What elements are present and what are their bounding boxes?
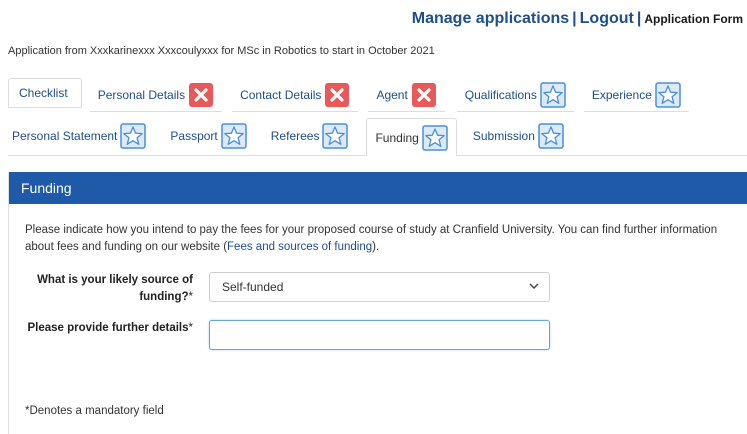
further-details-row: Please provide further details* <box>25 320 731 350</box>
tab-label: Passport <box>170 129 218 143</box>
mandatory-note: *Denotes a mandatory field <box>25 405 164 417</box>
tab-personal-statement[interactable]: Personal Statement <box>8 117 154 155</box>
current-page-label: Application Form <box>644 12 743 26</box>
blue-star-icon <box>538 123 564 149</box>
nav-separator: | <box>636 10 642 27</box>
blue-star-icon <box>540 81 566 108</box>
tab-experience[interactable]: Experience <box>583 78 689 112</box>
tab-personal-details[interactable]: Personal Details <box>89 78 223 112</box>
intro-text: Please indicate how you intend to pay th… <box>25 222 740 256</box>
funding-panel: Funding Please indicate how you intend t… <box>8 172 747 434</box>
tab-referees[interactable]: Referees <box>263 117 357 155</box>
blue-star-icon <box>422 124 448 151</box>
manage-applications-link[interactable]: Manage applications <box>412 10 569 27</box>
required-mark: * <box>188 322 193 334</box>
tab-row-1: Checklist Personal Details Contact Detai… <box>8 76 747 112</box>
funding-source-row: What is your likely source of funding?* … <box>25 272 731 306</box>
tab-label: Submission <box>472 129 535 143</box>
funding-source-label: What is your likely source of funding?* <box>25 272 193 306</box>
funding-source-select[interactable]: Self-funded <box>209 272 550 302</box>
nav-separator: | <box>572 10 577 27</box>
tab-checklist[interactable]: Checklist <box>8 78 82 108</box>
tab-label: Referees <box>270 129 320 143</box>
blue-star-icon <box>221 123 247 149</box>
tab-funding[interactable]: Funding <box>366 118 457 156</box>
logout-link[interactable]: Logout <box>580 10 634 27</box>
blue-star-icon <box>655 81 681 108</box>
tab-label: Funding <box>375 130 419 145</box>
funding-source-label-text: What is your likely source of funding? <box>37 274 193 303</box>
tab-label: Personal Details <box>97 87 186 102</box>
tab-label: Experience <box>591 87 652 102</box>
panel-body: Please indicate how you intend to pay th… <box>9 204 747 350</box>
panel-title: Funding <box>9 172 747 204</box>
further-details-label-text: Please provide further details <box>27 322 189 334</box>
tab-passport[interactable]: Passport <box>162 117 254 155</box>
funding-source-value: Self-funded <box>222 280 284 294</box>
tab-label: Qualifications <box>464 87 537 102</box>
tab-label: Agent <box>376 87 408 102</box>
further-details-input[interactable] <box>209 320 550 350</box>
tab-agent[interactable]: Agent <box>368 78 445 112</box>
fees-funding-link[interactable]: Fees and sources of funding <box>227 241 372 253</box>
red-cross-icon <box>188 82 214 108</box>
tab-row-2: Personal Statement Passport Referees Fun… <box>8 116 747 156</box>
blue-star-icon <box>322 123 349 149</box>
blue-star-icon <box>120 123 147 149</box>
tab-label: Contact Details <box>240 87 322 102</box>
required-mark: * <box>188 291 193 303</box>
red-cross-icon <box>411 82 437 108</box>
tab-label: Personal Statement <box>12 129 118 143</box>
tab-contact-details[interactable]: Contact Details <box>232 78 359 112</box>
tab-submission[interactable]: Submission <box>465 117 572 155</box>
tab-qualifications[interactable]: Qualifications <box>456 78 574 112</box>
top-navigation: Manage applications | Logout | Application F… <box>412 10 743 28</box>
intro-text-end: ). <box>372 241 380 253</box>
tab-label: Checklist <box>19 86 68 100</box>
red-cross-icon <box>324 82 350 108</box>
application-info: Application from Xxxkarinexxx Xxxcoulyxx… <box>8 45 435 57</box>
chevron-down-icon <box>529 282 539 293</box>
further-details-label: Please provide further details* <box>25 320 193 337</box>
